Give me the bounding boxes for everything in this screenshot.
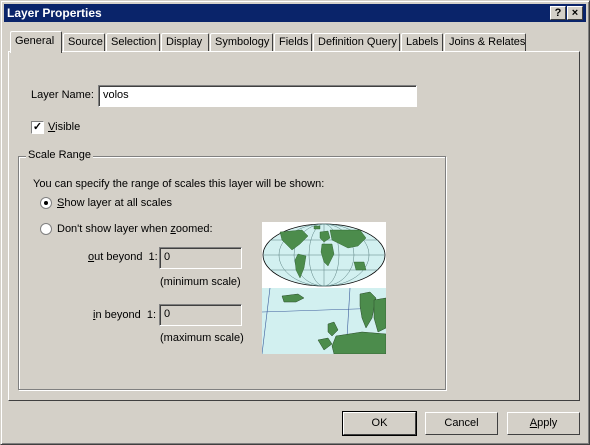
tab-fields[interactable]: Fields xyxy=(274,33,312,51)
dialog-title: Layer Properties xyxy=(7,6,102,20)
show-all-scales-radio[interactable] xyxy=(40,197,52,209)
layer-name-value: volos xyxy=(103,89,129,101)
visible-label: Visible xyxy=(48,121,81,133)
tab-source[interactable]: Source xyxy=(63,33,105,51)
cancel-button[interactable]: Cancel xyxy=(425,412,498,435)
in-beyond-label: in beyond 1: xyxy=(93,309,157,321)
out-beyond-input[interactable]: 0 xyxy=(159,247,242,269)
tab-definition-query[interactable]: Definition Query xyxy=(313,33,400,51)
out-beyond-label: out beyond 1: xyxy=(88,251,158,263)
tab-selection[interactable]: Selection xyxy=(106,33,160,51)
out-beyond-value: 0 xyxy=(164,251,171,263)
layer-name-label: Layer Name: xyxy=(31,89,94,101)
visible-checkbox[interactable]: ✓ xyxy=(31,121,44,134)
in-beyond-value: 0 xyxy=(164,308,171,320)
max-scale-note: (maximum scale) xyxy=(160,332,244,344)
scale-range-description: You can specify the range of scales this… xyxy=(33,178,325,190)
scale-range-title: Scale Range xyxy=(26,149,93,161)
min-scale-note: (minimum scale) xyxy=(160,276,241,288)
world-map-preview-image xyxy=(262,222,386,288)
title-bar[interactable]: Layer Properties ? × xyxy=(4,4,586,22)
tab-labels[interactable]: Labels xyxy=(401,33,443,51)
tab-general[interactable]: General xyxy=(10,31,62,53)
ok-button[interactable]: OK xyxy=(342,411,417,436)
tab-joins-relates[interactable]: Joins & Relates xyxy=(444,33,526,51)
close-button[interactable]: × xyxy=(567,6,583,20)
zoomed-map-preview-image xyxy=(262,288,386,354)
dont-show-when-zoomed-label: Don't show layer when zoomed: xyxy=(57,223,213,235)
help-button[interactable]: ? xyxy=(550,6,566,20)
tab-display[interactable]: Display xyxy=(161,33,209,51)
show-all-scales-label: Show layer at all scales xyxy=(57,197,172,209)
layer-name-input[interactable]: volos xyxy=(98,85,417,107)
apply-button[interactable]: Apply xyxy=(507,412,580,435)
tab-symbology[interactable]: Symbology xyxy=(210,33,273,51)
in-beyond-input[interactable]: 0 xyxy=(159,304,242,326)
dont-show-when-zoomed-radio[interactable] xyxy=(40,223,52,235)
